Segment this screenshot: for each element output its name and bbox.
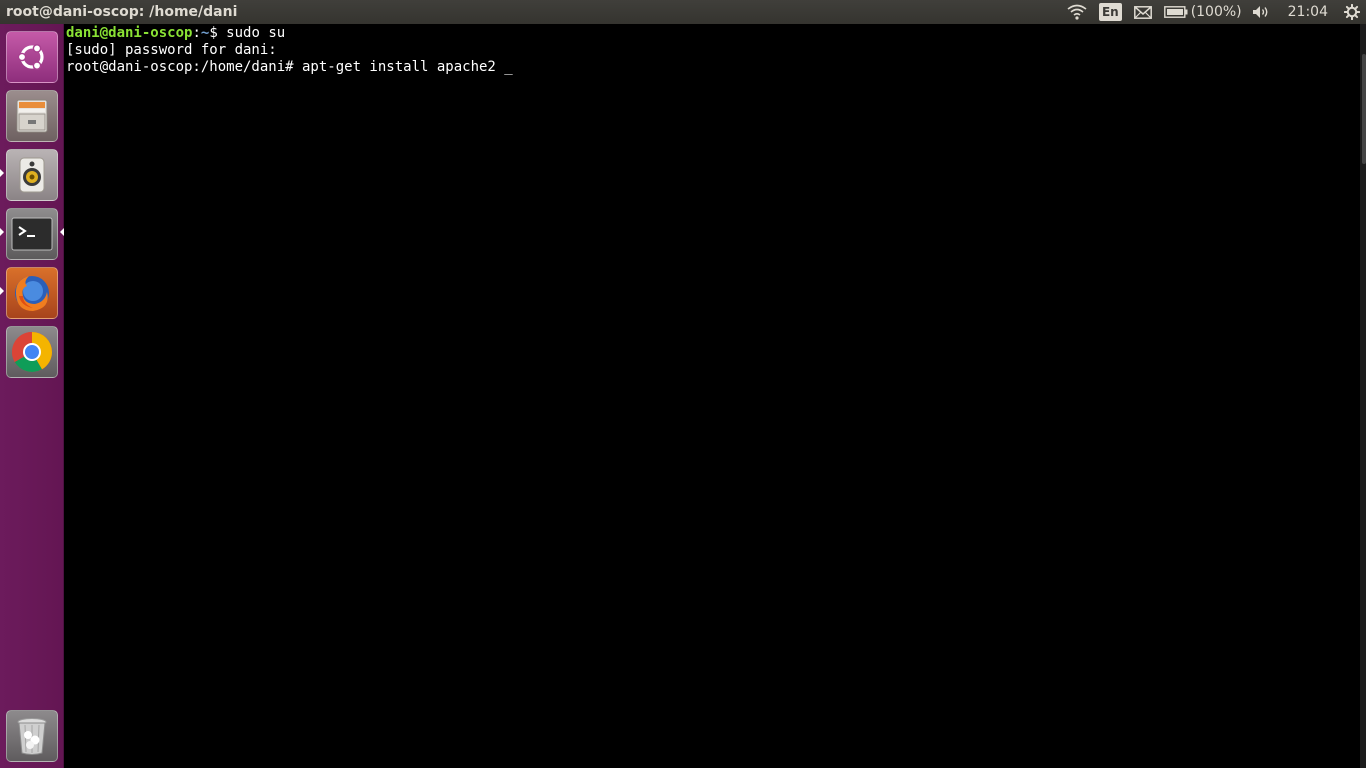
keyboard-layout-label: En xyxy=(1098,3,1122,21)
window-title: root@dani-oscop: /home/dani xyxy=(6,4,238,20)
trash-icon xyxy=(17,718,47,755)
running-indicator xyxy=(0,169,4,177)
launcher-terminal[interactable] xyxy=(6,208,58,260)
battery-percent: (100%) xyxy=(1190,4,1242,20)
battery-indicator[interactable]: (100%) xyxy=(1163,0,1242,24)
scrollbar-thumb[interactable] xyxy=(1362,54,1366,164)
wifi-icon[interactable] xyxy=(1067,0,1087,24)
keyboard-layout-indicator[interactable]: En xyxy=(1098,0,1122,24)
firefox-icon xyxy=(15,276,49,311)
chrome-icon xyxy=(12,332,52,372)
terminal-icon xyxy=(11,217,53,251)
command-text: $ sudo su xyxy=(209,25,286,41)
launcher-chrome[interactable] xyxy=(6,326,58,378)
gear-icon[interactable] xyxy=(1344,0,1360,24)
launcher-files[interactable] xyxy=(6,90,58,142)
indicator-area: En (100%) 21:04 xyxy=(1061,0,1366,24)
terminal-scrollbar[interactable] xyxy=(1360,24,1366,768)
prompt-separator: : xyxy=(192,25,201,41)
top-panel: root@dani-oscop: /home/dani En (100%) 21… xyxy=(0,0,1366,24)
terminal-line: [sudo] password for dani: xyxy=(66,42,277,58)
file-cabinet-icon xyxy=(16,99,48,133)
launcher-firefox[interactable] xyxy=(6,267,58,319)
terminal-window[interactable]: dani@dani-oscop:~$ sudo su [sudo] passwo… xyxy=(65,24,1366,768)
running-indicator xyxy=(0,228,4,236)
prompt-user: dani@dani-oscop xyxy=(66,25,193,41)
speaker-icon xyxy=(19,157,45,193)
launcher xyxy=(0,24,64,768)
ubuntu-logo-icon xyxy=(17,44,44,70)
launcher-rhythmbox[interactable] xyxy=(6,149,58,201)
terminal-input-line[interactable]: root@dani-oscop:/home/dani# apt-get inst… xyxy=(66,59,1366,76)
volume-icon[interactable] xyxy=(1252,0,1270,24)
terminal-line: dani@dani-oscop:~$ sudo su xyxy=(66,25,1366,42)
launcher-trash[interactable] xyxy=(6,710,58,762)
battery-icon xyxy=(1163,6,1188,18)
mail-icon[interactable] xyxy=(1133,0,1152,24)
clock[interactable]: 21:04 xyxy=(1288,0,1328,24)
active-indicator xyxy=(60,228,64,236)
launcher-dash[interactable] xyxy=(6,31,58,83)
running-indicator xyxy=(0,287,4,295)
